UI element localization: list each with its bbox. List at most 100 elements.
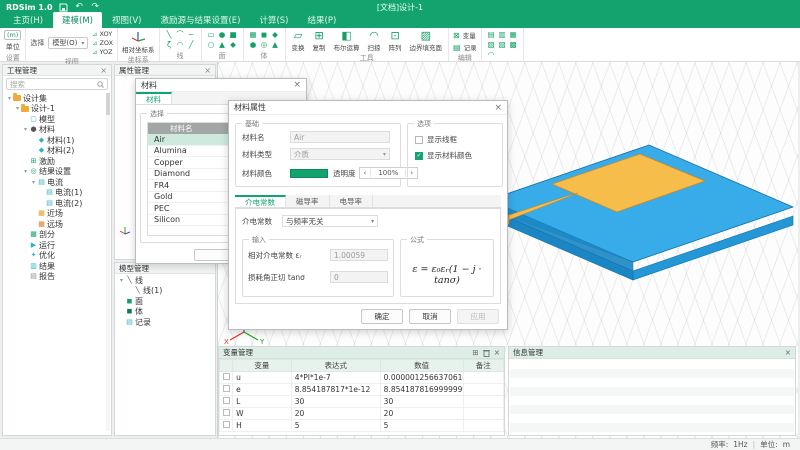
material-dialog-button[interactable]	[194, 249, 230, 261]
cancel-button[interactable]: 取消	[409, 309, 451, 324]
menu-tab[interactable]: 建模(M)	[53, 12, 102, 28]
line-tool-icon[interactable]: ⌒	[176, 31, 184, 39]
tree-item-current-1[interactable]: ▤电流(1)	[3, 188, 111, 199]
menu-tab[interactable]: 结果(P)	[299, 12, 346, 28]
tool-button[interactable]: ⊞复制	[311, 30, 328, 52]
delete-variable-icon[interactable]	[483, 349, 490, 357]
face-tool-icon[interactable]: ○	[208, 41, 215, 49]
close-icon[interactable]: ×	[100, 66, 107, 75]
tree-item-design-1[interactable]: ▾设计-1	[3, 104, 111, 115]
variable-checkbox[interactable]	[223, 421, 230, 428]
tool-button[interactable]: ⊡阵列	[387, 30, 404, 52]
tree-item-records[interactable]: ▤记录	[115, 317, 215, 328]
property-tab[interactable]: 磁导率	[286, 195, 330, 207]
tree-expander-icon[interactable]: ▾	[22, 126, 29, 133]
tree-item-optimize[interactable]: ✦优化	[3, 251, 111, 262]
close-icon[interactable]: ×	[785, 348, 791, 357]
tree-item-result-settings[interactable]: ▾◎结果设置	[3, 167, 111, 178]
material-color-swatch[interactable]	[290, 169, 328, 178]
variable-checkbox[interactable]	[223, 409, 230, 416]
view-plane-button[interactable]: ⊿ZOX	[92, 39, 113, 47]
view-plane-button[interactable]: ⊿YOZ	[92, 48, 113, 56]
solid-tool-icon[interactable]: ●	[250, 41, 257, 49]
face-tool-icon[interactable]: ▭	[208, 31, 215, 39]
tree-item-excitation[interactable]: ⊞激励	[3, 156, 111, 167]
face-tool-icon[interactable]: ●	[219, 31, 226, 39]
add-variable-icon[interactable]: ⊞	[472, 348, 478, 357]
stepper-left-icon[interactable]: ‹	[360, 169, 371, 177]
tree-expander-icon[interactable]: ▾	[22, 168, 29, 175]
variable-checkbox[interactable]	[223, 385, 230, 392]
tree-item-current[interactable]: ▾▤电流	[3, 177, 111, 188]
line-tool-icon[interactable]: ╱	[189, 41, 194, 49]
solid-tool-icon[interactable]: ◎	[261, 41, 268, 49]
search-input[interactable]: 搜索	[6, 78, 108, 90]
menu-tab[interactable]: 计算(S)	[250, 12, 297, 28]
tree-item-material-1[interactable]: ◆材料(1)	[3, 135, 111, 146]
align-tool-icon[interactable]: ▦	[510, 31, 517, 39]
ok-button[interactable]: 确定	[361, 309, 403, 324]
redo-icon[interactable]: ↷	[90, 2, 101, 12]
tree-item-design-set[interactable]: ▾设计集	[3, 93, 111, 104]
align-tool-icon[interactable]: ▩	[510, 41, 517, 49]
tree-item-model[interactable]: ▢模型	[3, 114, 111, 125]
tree-item-lines-group[interactable]: ▾╲线	[115, 275, 215, 286]
align-tool-icon[interactable]: ▥	[499, 31, 506, 39]
align-tool-icon[interactable]: ◠	[488, 51, 495, 59]
align-tool-icon[interactable]: ▤	[488, 31, 495, 39]
tree-item-materials[interactable]: ▾●材料	[3, 125, 111, 136]
close-icon[interactable]: ×	[204, 66, 211, 75]
menu-tab[interactable]: 主页(H)	[4, 12, 52, 28]
undo-icon[interactable]: ↶	[74, 2, 85, 12]
align-tool-icon[interactable]: ▧	[488, 41, 495, 49]
relative-cs-button[interactable]: 相对坐标系	[122, 30, 155, 54]
close-icon[interactable]: ×	[293, 80, 301, 90]
view-plane-button[interactable]: ⊿XOY	[92, 30, 113, 38]
tool-button[interactable]: ▱变换	[290, 30, 307, 52]
show-material-color-checkbox[interactable]: ✓	[415, 152, 423, 160]
wireframe-checkbox[interactable]	[415, 136, 423, 144]
tool-button[interactable]: ▨边界填充面	[408, 30, 445, 52]
variable-row[interactable]: H55	[220, 420, 504, 432]
selection-mode-dropdown[interactable]: 模型(O) ▾	[48, 37, 88, 49]
tree-item-current-2[interactable]: ▤电流(2)	[3, 198, 111, 209]
variable-checkbox[interactable]	[223, 397, 230, 404]
property-tab[interactable]: 介电常数	[235, 195, 286, 207]
solid-tool-icon[interactable]: ◆	[272, 31, 278, 39]
menu-tab[interactable]: 视图(V)	[103, 12, 150, 28]
tree-item-near-field[interactable]: ▦近场	[3, 209, 111, 220]
tree-item-far-field[interactable]: ▦远场	[3, 219, 111, 230]
close-icon[interactable]: ×	[494, 103, 502, 113]
align-tool-icon[interactable]: ▨	[499, 41, 506, 49]
tree-item-material-2[interactable]: ◆材料(2)	[3, 146, 111, 157]
menu-tab[interactable]: 激励源与结果设置(E)	[151, 12, 249, 28]
solid-tool-icon[interactable]: ◼	[261, 31, 267, 39]
variable-checkbox[interactable]	[223, 373, 230, 380]
material-tab[interactable]: 材料	[136, 92, 172, 104]
save-icon[interactable]	[58, 2, 69, 12]
line-tool-icon[interactable]: ζ	[167, 41, 171, 49]
face-tool-icon[interactable]: ■	[230, 31, 237, 39]
unit-button[interactable]: 单位	[6, 42, 20, 52]
tree-item-faces-group[interactable]: ◼面	[115, 296, 215, 307]
line-tool-icon[interactable]: ~	[188, 31, 194, 39]
variable-row[interactable]: u4*PI*1e-70.00000125663706143...	[220, 372, 504, 384]
tree-expander-icon[interactable]: ▾	[30, 179, 37, 186]
variable-row[interactable]: e8.854187817*1e-128.8541878169999999e-..…	[220, 384, 504, 396]
line-tool-icon[interactable]: ◠	[177, 41, 184, 49]
line-tool-icon[interactable]: ╲	[167, 31, 172, 39]
tree-expander-icon[interactable]: ▾	[6, 95, 13, 102]
variable-row[interactable]: L3030	[220, 396, 504, 408]
tree-expander-icon[interactable]: ▾	[118, 277, 125, 284]
tree-item-mesh[interactable]: ▦剖分	[3, 230, 111, 241]
solid-tool-icon[interactable]: ▲	[272, 41, 278, 49]
tree-item-report[interactable]: ▤报告	[3, 272, 111, 283]
tree-expander-icon[interactable]: ▾	[14, 105, 21, 112]
solid-tool-icon[interactable]: ▦	[250, 31, 257, 39]
property-tab[interactable]: 电导率	[330, 195, 374, 207]
edit-button[interactable]: ⊠变量	[453, 30, 477, 40]
tree-item-solids-group[interactable]: ◼体	[115, 307, 215, 318]
face-tool-icon[interactable]: ▲	[219, 41, 225, 49]
tool-button[interactable]: ◧布尔运算	[332, 30, 362, 52]
tree-item-results[interactable]: ▥结果	[3, 261, 111, 272]
